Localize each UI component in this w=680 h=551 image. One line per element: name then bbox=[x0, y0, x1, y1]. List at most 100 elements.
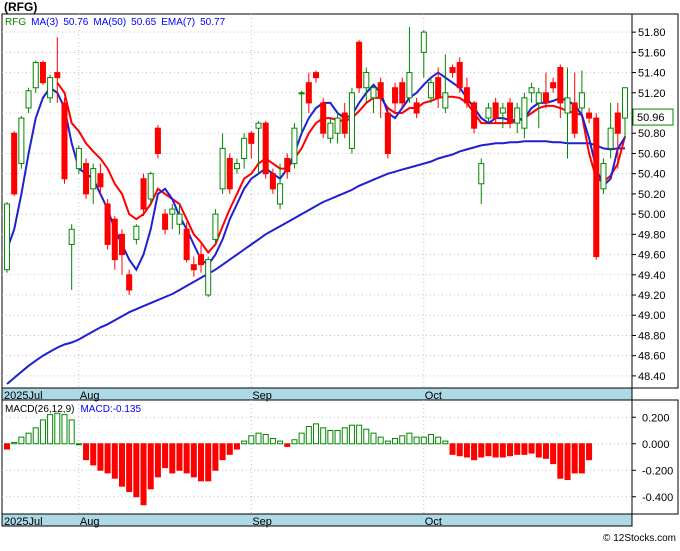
macd-histogram-bar bbox=[133, 443, 140, 498]
macd-histogram-bar bbox=[427, 433, 434, 445]
macd-histogram-bar bbox=[90, 443, 97, 466]
macd-histogram-bar bbox=[169, 443, 176, 474]
price-tick-label: 49.40 bbox=[638, 270, 666, 282]
price-tick-label: 48.40 bbox=[638, 371, 666, 383]
price-tick-label: 49.00 bbox=[638, 310, 666, 322]
candle-body bbox=[348, 92, 355, 149]
candle-body bbox=[255, 122, 262, 129]
candle-body bbox=[578, 92, 585, 109]
x-tick-label-bottom: Sep bbox=[252, 516, 272, 528]
candle-body bbox=[277, 183, 284, 205]
candle-body bbox=[212, 213, 219, 240]
price-legend-item: EMA(7) bbox=[161, 17, 195, 28]
macd-value-label: MACD:-0.135 bbox=[80, 404, 141, 415]
macd-histogram-bar bbox=[550, 443, 557, 465]
macd-tick-label: 0.000 bbox=[642, 439, 670, 451]
candle-body bbox=[47, 77, 54, 99]
candle-body bbox=[18, 117, 25, 165]
candle-body bbox=[471, 102, 478, 129]
candle-body bbox=[61, 102, 68, 180]
candle-body bbox=[550, 82, 557, 89]
macd-histogram-bar bbox=[384, 440, 391, 445]
candle-body bbox=[284, 158, 291, 173]
macd-histogram-bar bbox=[485, 443, 492, 457]
candle-body bbox=[3, 203, 11, 271]
macd-histogram-bar bbox=[291, 439, 298, 445]
macd-histogram-bar bbox=[449, 443, 456, 455]
candle-body bbox=[435, 77, 442, 99]
candle-body bbox=[104, 203, 111, 245]
candle-body bbox=[190, 264, 197, 271]
stock-chart: 51.8051.6051.4051.2051.0050.8050.6050.40… bbox=[0, 0, 680, 546]
macd-histogram-bar bbox=[406, 432, 413, 445]
macd-histogram-bar bbox=[54, 412, 61, 445]
macd-histogram-bar bbox=[233, 443, 240, 450]
x-tick-label-bottom: Aug bbox=[80, 516, 100, 528]
candle-body bbox=[147, 173, 154, 200]
x-tick-label-top: Aug bbox=[80, 390, 100, 402]
price-legend-item: 50.77 bbox=[200, 17, 225, 28]
macd-histogram-bar bbox=[176, 443, 183, 471]
macd-histogram-bar bbox=[212, 443, 219, 471]
macd-histogram-bar bbox=[492, 443, 499, 458]
candle-body bbox=[298, 92, 305, 95]
candle-body bbox=[198, 254, 205, 266]
candle-body bbox=[126, 274, 133, 291]
macd-histogram-bar bbox=[262, 433, 269, 445]
macd-histogram-bar bbox=[392, 437, 399, 445]
macd-histogram-bar bbox=[507, 443, 514, 457]
candle-body bbox=[176, 213, 183, 225]
macd-histogram-bar bbox=[442, 440, 449, 445]
price-tick-label: 51.60 bbox=[638, 47, 666, 59]
macd-histogram-bar bbox=[198, 443, 205, 482]
macd-histogram-bar bbox=[75, 443, 82, 446]
candle-body bbox=[262, 122, 269, 175]
candle-body bbox=[557, 67, 564, 104]
candle-body bbox=[226, 158, 233, 190]
candle-body bbox=[341, 112, 348, 134]
macd-histogram-bar bbox=[11, 441, 18, 445]
price-legend-item: RFG bbox=[5, 17, 26, 28]
macd-histogram-bar bbox=[147, 443, 154, 490]
candle-body bbox=[32, 61, 39, 89]
candle-body bbox=[320, 102, 327, 134]
macd-histogram-bar bbox=[348, 424, 355, 445]
macd-histogram-bar bbox=[219, 443, 226, 461]
candle-body bbox=[478, 163, 485, 185]
macd-histogram-bar bbox=[456, 443, 463, 457]
candle-body bbox=[420, 31, 427, 53]
price-legend-item: 50.76 bbox=[63, 17, 88, 28]
price-tick-label: 50.00 bbox=[638, 209, 666, 221]
price-tick-label: 51.80 bbox=[638, 27, 666, 39]
candle-body bbox=[507, 102, 514, 124]
macd-histogram-bar bbox=[420, 436, 427, 445]
macd-histogram-bar bbox=[126, 443, 133, 492]
candle-body bbox=[593, 117, 600, 258]
candle-body bbox=[219, 147, 226, 190]
macd-histogram-bar bbox=[363, 428, 370, 445]
macd-histogram-bar bbox=[471, 443, 478, 461]
price-tick-label: 50.60 bbox=[638, 148, 666, 160]
macd-histogram-bar bbox=[334, 430, 341, 445]
macd-histogram-bar bbox=[435, 436, 442, 445]
candle-body bbox=[334, 117, 341, 134]
candle-body bbox=[83, 163, 90, 195]
macd-tick-label: -0.200 bbox=[642, 465, 673, 477]
price-tick-label: 48.60 bbox=[638, 351, 666, 363]
macd-histogram-bar bbox=[535, 443, 542, 458]
macd-histogram-bar bbox=[241, 440, 248, 445]
x-tick-label-top: Oct bbox=[425, 390, 442, 402]
macd-histogram-bar bbox=[205, 443, 212, 482]
macd-histogram-bar bbox=[154, 443, 161, 478]
candle-body bbox=[449, 67, 456, 74]
macd-label: MACD(26,12,9) bbox=[5, 404, 74, 415]
price-legend-item: MA(3) bbox=[31, 17, 58, 28]
macd-histogram-bar bbox=[341, 427, 348, 445]
chart-canvas: 51.8051.6051.4051.2051.0050.8050.6050.40… bbox=[0, 0, 680, 546]
macd-histogram-bar bbox=[356, 424, 363, 445]
candle-body bbox=[427, 82, 434, 99]
x-tick-label-top: Sep bbox=[252, 390, 272, 402]
macd-histogram-bar bbox=[47, 414, 54, 445]
last-price-label: 50.96 bbox=[637, 112, 665, 124]
macd-histogram-bar bbox=[183, 443, 190, 474]
